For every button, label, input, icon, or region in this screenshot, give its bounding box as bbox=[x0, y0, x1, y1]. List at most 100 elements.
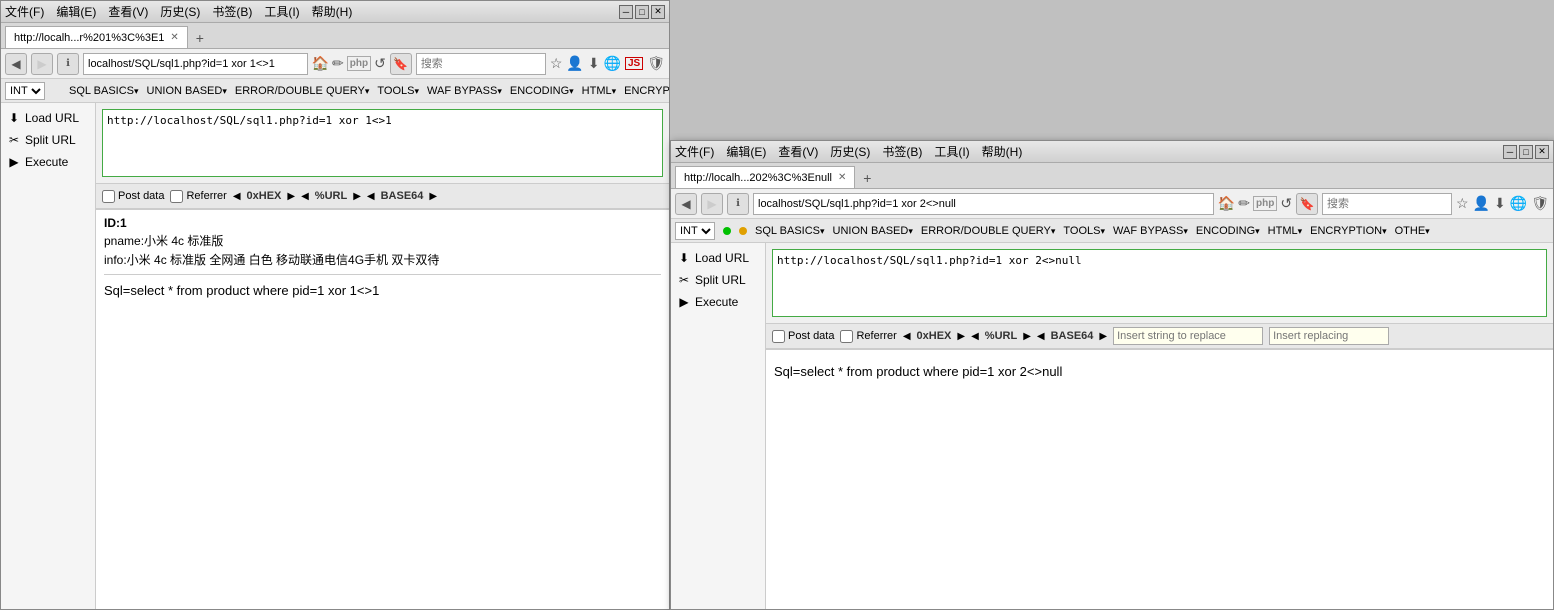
active-tab-1[interactable]: http://localh...r%201%3C%3E1 ✕ bbox=[5, 26, 188, 48]
maximize-button-2[interactable]: □ bbox=[1519, 145, 1533, 159]
sqli-menu-other-2[interactable]: OTHE bbox=[1395, 225, 1430, 237]
globe-icon-1[interactable]: 🌐 bbox=[604, 55, 621, 72]
hex-arrow-right-2[interactable] bbox=[957, 331, 965, 342]
edit-icon-1[interactable]: ✏ bbox=[332, 55, 344, 72]
window-controls-2[interactable]: ─ □ ✕ bbox=[1503, 145, 1549, 159]
tab-close-2[interactable]: ✕ bbox=[838, 172, 846, 183]
home-icon-1[interactable]: 🏠 bbox=[312, 55, 329, 72]
base64-arrow-right-2[interactable] bbox=[1099, 331, 1107, 342]
sqli-menu-sql-basics-1[interactable]: SQL BASICS bbox=[69, 85, 139, 97]
sqli-menu-error-2[interactable]: ERROR/DOUBLE QUERY bbox=[921, 225, 1056, 237]
menu-file-1[interactable]: 文件(F) bbox=[5, 3, 44, 20]
menu-bookmarks-2[interactable]: 书签(B) bbox=[882, 143, 922, 160]
post-data-check-1[interactable] bbox=[102, 190, 115, 203]
menu-history-2[interactable]: 历史(S) bbox=[830, 143, 870, 160]
sqli-menu-waf-2[interactable]: WAF BYPASS bbox=[1113, 225, 1188, 237]
bookmark-btn-2[interactable]: 🔖 bbox=[1296, 193, 1318, 215]
sqli-menu-error-1[interactable]: ERROR/DOUBLE QUERY bbox=[235, 85, 370, 97]
sqli-menu-tools-2[interactable]: TOOLS bbox=[1063, 225, 1105, 237]
referrer-checkbox-2[interactable]: Referrer bbox=[840, 330, 896, 343]
new-tab-button-1[interactable]: + bbox=[190, 28, 210, 48]
menu-edit-2[interactable]: 编辑(E) bbox=[726, 143, 766, 160]
sqli-menu-encoding-2[interactable]: ENCODING bbox=[1196, 225, 1260, 237]
menu-view-1[interactable]: 查看(V) bbox=[108, 3, 148, 20]
load-url-button-1[interactable]: ⬇ Load URL bbox=[1, 107, 95, 129]
reload-button-2[interactable]: ↺ bbox=[1280, 195, 1292, 212]
sqli-menu-union-based-2[interactable]: UNION BASED bbox=[833, 225, 913, 237]
user-icon-1[interactable]: 👤 bbox=[566, 55, 583, 72]
menu-help-2[interactable]: 帮助(H) bbox=[982, 143, 1023, 160]
menu-bookmarks-1[interactable]: 书签(B) bbox=[212, 3, 252, 20]
split-url-button-1[interactable]: ✂ Split URL bbox=[1, 129, 95, 151]
post-data-check-2[interactable] bbox=[772, 330, 785, 343]
sqli-menu-html-2[interactable]: HTML bbox=[1268, 225, 1302, 237]
download-icon-1[interactable]: ⬇ bbox=[588, 55, 600, 72]
menu-view-2[interactable]: 查看(V) bbox=[778, 143, 818, 160]
sqli-menu-union-based-1[interactable]: UNION BASED bbox=[147, 85, 227, 97]
user-icon-2[interactable]: 👤 bbox=[1473, 195, 1490, 212]
close-button-2[interactable]: ✕ bbox=[1535, 145, 1549, 159]
globe-icon-2[interactable]: 🌐 bbox=[1510, 195, 1527, 212]
menu-tools-1[interactable]: 工具(I) bbox=[264, 3, 299, 20]
back-button-1[interactable]: ◀ bbox=[5, 53, 27, 75]
execute-button-2[interactable]: ▶ Execute bbox=[671, 291, 765, 313]
forward-button-1[interactable]: ▶ bbox=[31, 53, 53, 75]
execute-button-1[interactable]: ▶ Execute bbox=[1, 151, 95, 173]
sqli-menu-encoding-1[interactable]: ENCODING bbox=[510, 85, 574, 97]
referrer-checkbox-1[interactable]: Referrer bbox=[170, 190, 226, 203]
maximize-button-1[interactable]: □ bbox=[635, 5, 649, 19]
tab-close-1[interactable]: ✕ bbox=[170, 32, 178, 43]
minimize-button-2[interactable]: ─ bbox=[1503, 145, 1517, 159]
menu-bar-2[interactable]: 文件(F) 编辑(E) 查看(V) 历史(S) 书签(B) 工具(I) 帮助(H… bbox=[675, 143, 1022, 160]
new-tab-button-2[interactable]: + bbox=[857, 168, 877, 188]
menu-edit-1[interactable]: 编辑(E) bbox=[56, 3, 96, 20]
referrer-check-1[interactable] bbox=[170, 190, 183, 203]
reload-button-1[interactable]: ↺ bbox=[374, 55, 386, 72]
shield-icon-1[interactable]: 🛡 bbox=[647, 55, 665, 72]
menu-tools-2[interactable]: 工具(I) bbox=[934, 143, 969, 160]
url-arrow-right-2[interactable] bbox=[1023, 331, 1031, 342]
close-button-1[interactable]: ✕ bbox=[651, 5, 665, 19]
split-url-button-2[interactable]: ✂ Split URL bbox=[671, 269, 765, 291]
window-controls-1[interactable]: ─ □ ✕ bbox=[619, 5, 665, 19]
address-input-1[interactable] bbox=[83, 53, 308, 75]
url-arrow-right-1[interactable] bbox=[353, 191, 361, 202]
url-arrow-left-2[interactable] bbox=[971, 331, 979, 342]
download-icon-2[interactable]: ⬇ bbox=[1494, 195, 1506, 212]
back-button-2[interactable]: ◀ bbox=[675, 193, 697, 215]
forward-button-2[interactable]: ▶ bbox=[701, 193, 723, 215]
replace-input-2[interactable] bbox=[1113, 327, 1263, 345]
menu-file-2[interactable]: 文件(F) bbox=[675, 143, 714, 160]
base64-arrow-right-1[interactable] bbox=[429, 191, 437, 202]
edit-icon-2[interactable]: ✏ bbox=[1238, 195, 1250, 212]
hex-arrow-left-2[interactable] bbox=[903, 331, 911, 342]
url-arrow-left-1[interactable] bbox=[301, 191, 309, 202]
home-icon-2[interactable]: 🏠 bbox=[1218, 195, 1235, 212]
replacewith-input-2[interactable] bbox=[1269, 327, 1389, 345]
star-icon-1[interactable]: ☆ bbox=[550, 55, 563, 72]
base64-arrow-left-2[interactable] bbox=[1037, 331, 1045, 342]
sqli-menu-encryption-2[interactable]: ENCRYPTION bbox=[1310, 225, 1386, 237]
menu-help-1[interactable]: 帮助(H) bbox=[312, 3, 353, 20]
shield-icon-2[interactable]: 🛡 bbox=[1531, 195, 1549, 212]
sqli-menu-html-1[interactable]: HTML bbox=[582, 85, 616, 97]
url-textarea-2[interactable]: http://localhost/SQL/sql1.php?id=1 xor 2… bbox=[772, 249, 1547, 317]
post-data-checkbox-2[interactable]: Post data bbox=[772, 330, 834, 343]
base64-arrow-left-1[interactable] bbox=[367, 191, 375, 202]
bookmark-btn-1[interactable]: 🔖 bbox=[390, 53, 412, 75]
active-tab-2[interactable]: http://localh...202%3C%3Enull ✕ bbox=[675, 166, 855, 188]
menu-bar-1[interactable]: 文件(F) 编辑(E) 查看(V) 历史(S) 书签(B) 工具(I) 帮助(H… bbox=[5, 3, 352, 20]
hex-arrow-right-1[interactable] bbox=[287, 191, 295, 202]
address-input-2[interactable] bbox=[753, 193, 1214, 215]
post-data-checkbox-1[interactable]: Post data bbox=[102, 190, 164, 203]
sqli-menu-sql-basics-2[interactable]: SQL BASICS bbox=[755, 225, 825, 237]
search-input-2[interactable] bbox=[1322, 193, 1452, 215]
sqli-menu-encryption-1[interactable]: ENCRYPTION bbox=[624, 85, 669, 97]
sqli-menu-waf-1[interactable]: WAF BYPASS bbox=[427, 85, 502, 97]
star-icon-2[interactable]: ☆ bbox=[1456, 195, 1469, 212]
minimize-button-1[interactable]: ─ bbox=[619, 5, 633, 19]
referrer-check-2[interactable] bbox=[840, 330, 853, 343]
sqli-type-select-1[interactable]: INT bbox=[5, 82, 45, 100]
sqli-type-select-2[interactable]: INT bbox=[675, 222, 715, 240]
sqli-menu-tools-1[interactable]: TOOLS bbox=[377, 85, 419, 97]
